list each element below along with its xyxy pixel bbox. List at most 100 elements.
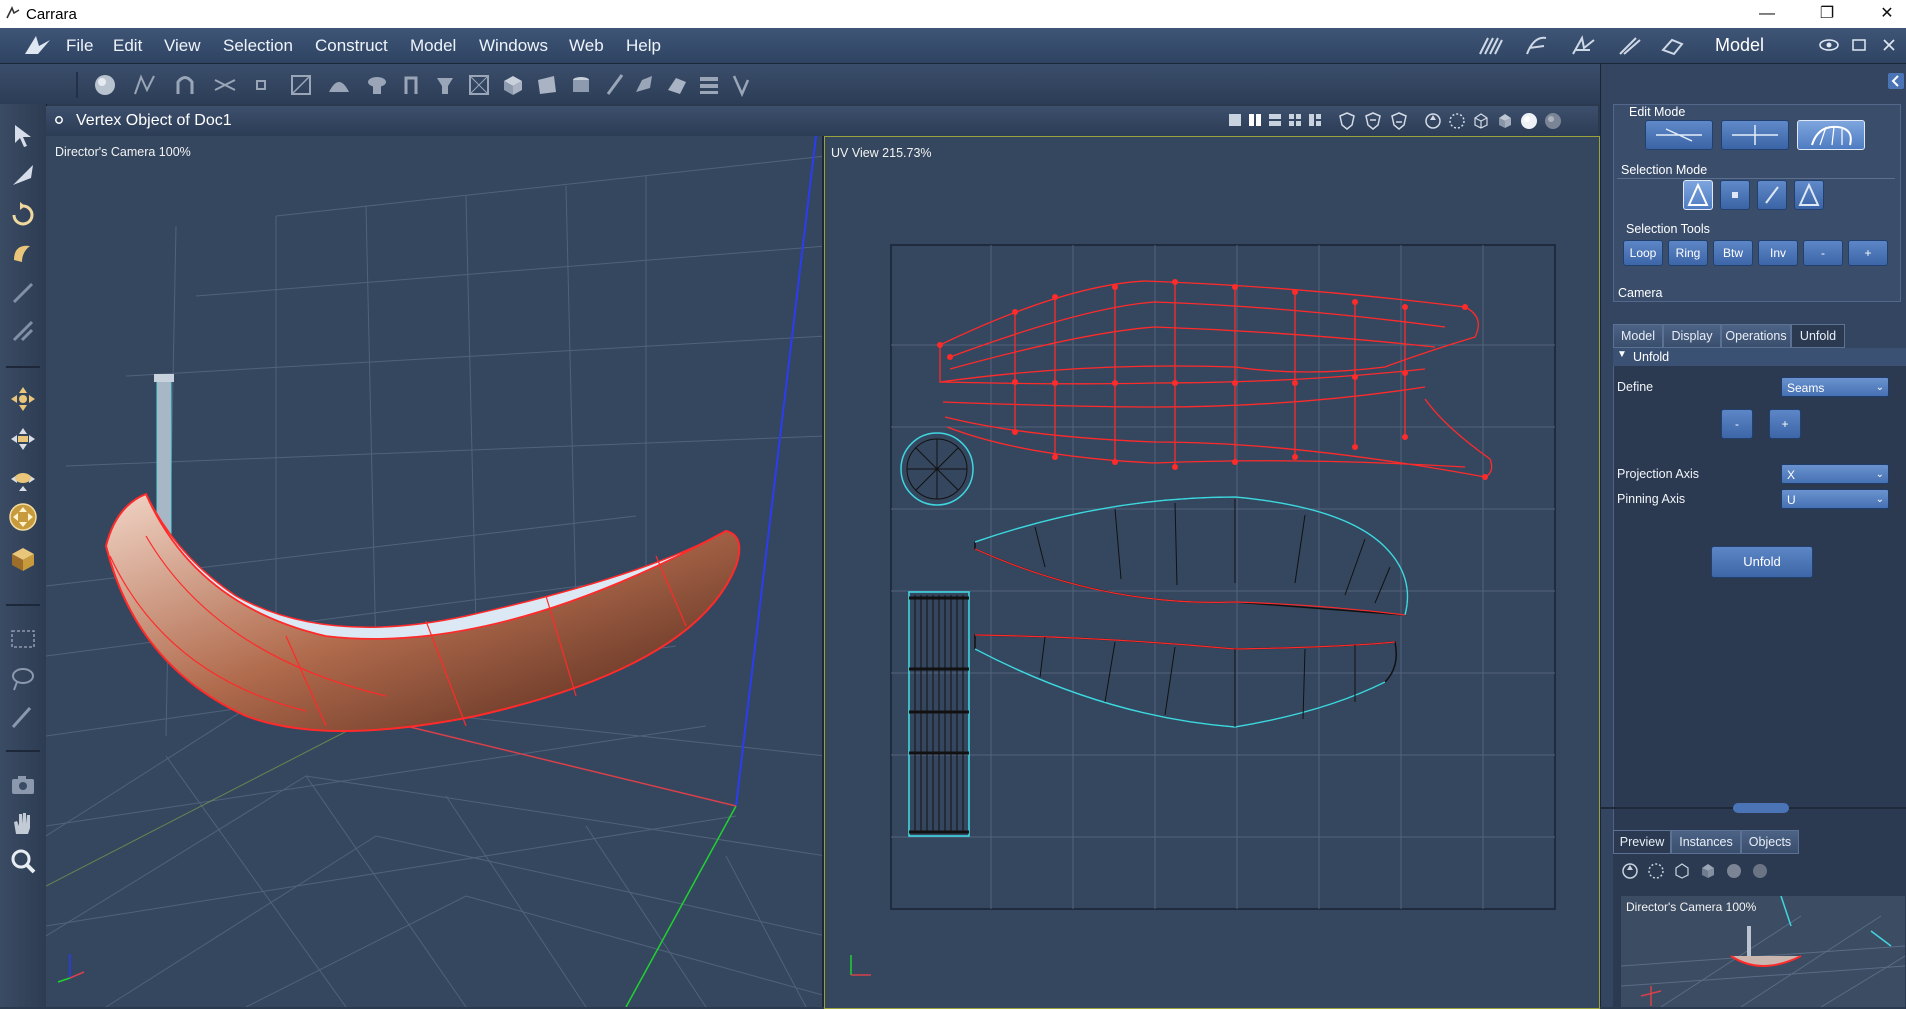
panel-toggle-icon[interactable] [1887, 72, 1905, 90]
minimize-button[interactable]: — [1744, 2, 1790, 26]
assemble-room-icon[interactable] [1478, 34, 1504, 58]
menu-edit[interactable]: Edit [113, 36, 142, 56]
two-horizontal-view-icon[interactable] [1268, 113, 1282, 127]
bounding-box-icon[interactable] [1621, 862, 1639, 880]
projection-axis-dropdown[interactable]: X ⌄ [1781, 464, 1889, 484]
tab-objects[interactable]: Objects [1741, 830, 1799, 854]
vertex-select-button[interactable] [1683, 180, 1713, 210]
textured-icon[interactable] [1544, 112, 1562, 130]
tab-preview[interactable]: Preview [1613, 830, 1671, 854]
scale-icon[interactable] [8, 278, 38, 308]
select-arrow-icon[interactable] [8, 120, 38, 150]
uv-view-viewport[interactable]: UV View 215.73% [824, 136, 1600, 1009]
unfold-section-header[interactable]: ▼ Unfold [1613, 348, 1906, 366]
move-3d-icon[interactable] [8, 160, 38, 190]
wireframe-icon[interactable] [1448, 112, 1466, 130]
magnet-icon[interactable] [172, 72, 198, 98]
menu-view[interactable]: View [164, 36, 201, 56]
edit-mode-uv-button[interactable] [1797, 120, 1865, 150]
rotate-icon[interactable] [8, 200, 38, 230]
view-menu-icon[interactable] [54, 115, 64, 125]
ring-button[interactable]: Ring [1668, 240, 1708, 266]
textured-icon[interactable] [1751, 862, 1769, 880]
shrink-selection-button[interactable]: - [1803, 240, 1843, 266]
four-view-icon[interactable] [1288, 113, 1302, 127]
cylinder-icon[interactable] [568, 72, 594, 98]
maximize-panel-icon[interactable] [1852, 38, 1866, 52]
hand-pan-icon[interactable] [8, 808, 38, 838]
between-button[interactable]: Btw [1713, 240, 1753, 266]
lathe-icon[interactable] [364, 72, 390, 98]
shield-display-2-icon[interactable] [1364, 112, 1382, 130]
symmetry-icon[interactable] [728, 72, 754, 98]
move-plane-icon[interactable] [8, 384, 38, 414]
spline-icon[interactable] [132, 72, 158, 98]
unfold-button[interactable]: Unfold [1711, 546, 1813, 578]
morph-icon[interactable] [696, 72, 722, 98]
bevel-icon[interactable] [432, 72, 458, 98]
edge-select-button[interactable] [1757, 180, 1787, 210]
shield-display-icon[interactable] [1338, 112, 1356, 130]
remove-seam-button[interactable]: - [1721, 409, 1753, 439]
vertex-icon[interactable] [248, 72, 274, 98]
tab-model[interactable]: Model [1613, 324, 1663, 348]
tab-display[interactable]: Display [1663, 324, 1721, 348]
paint-select-icon[interactable] [8, 702, 38, 732]
restore-button[interactable]: ❐ [1804, 2, 1850, 26]
menu-selection[interactable]: Selection [223, 36, 293, 56]
wireframe-icon[interactable] [1647, 862, 1665, 880]
cube-wire-icon[interactable] [1673, 862, 1691, 880]
move-xz-icon[interactable] [8, 424, 38, 454]
move-tool-active-icon[interactable] [8, 502, 38, 532]
close-room-icon[interactable] [1882, 38, 1896, 52]
flat-shaded-icon[interactable] [1699, 862, 1717, 880]
model-room-icon[interactable] [1524, 34, 1550, 58]
lasso-select-icon[interactable] [8, 664, 38, 694]
rectangle-select-icon[interactable] [8, 624, 38, 654]
sphere-icon[interactable] [92, 72, 118, 98]
edit-mode-symmetry-button[interactable] [1721, 120, 1789, 150]
tab-unfold[interactable]: Unfold [1791, 324, 1845, 348]
smooth-icon[interactable] [664, 72, 690, 98]
extrude-icon[interactable] [398, 72, 424, 98]
shield-display-3-icon[interactable] [1390, 112, 1408, 130]
scissors-icon[interactable] [212, 72, 238, 98]
dome-icon[interactable] [326, 72, 352, 98]
single-view-icon[interactable] [1228, 113, 1242, 127]
cone-icon[interactable] [602, 72, 628, 98]
menu-construct[interactable]: Construct [315, 36, 388, 56]
edit-mode-vertex-button[interactable] [1645, 120, 1713, 150]
two-view-icon[interactable] [1248, 113, 1262, 127]
smooth-shaded-icon[interactable] [1520, 112, 1538, 130]
tab-instances[interactable]: Instances [1671, 830, 1741, 854]
tab-operations[interactable]: Operations [1721, 324, 1791, 348]
move-xy-icon[interactable] [8, 464, 38, 494]
zoom-icon[interactable] [8, 846, 38, 876]
grow-selection-button[interactable]: + [1848, 240, 1888, 266]
menu-model[interactable]: Model [410, 36, 456, 56]
box-icon[interactable] [500, 72, 526, 98]
camera-icon[interactable] [8, 770, 38, 800]
storyboard-room-icon[interactable] [1570, 34, 1596, 58]
carrara-logo-icon[interactable] [22, 32, 52, 58]
menu-file[interactable]: File [66, 36, 93, 56]
cube-wire-icon[interactable] [1472, 112, 1490, 130]
pinning-axis-dropdown[interactable]: U ⌄ [1781, 489, 1889, 509]
close-button[interactable]: ✕ [1864, 2, 1906, 26]
point-select-button[interactable] [1720, 180, 1750, 210]
menu-web[interactable]: Web [569, 36, 604, 56]
brush-icon[interactable] [632, 72, 658, 98]
face-select-button[interactable] [1794, 180, 1824, 210]
define-dropdown[interactable]: Seams ⌄ [1781, 377, 1889, 397]
invert-button[interactable]: Inv [1758, 240, 1798, 266]
splitter-handle[interactable] [1733, 803, 1789, 813]
scale-move-icon[interactable] [8, 316, 38, 346]
twist-icon[interactable] [8, 238, 38, 268]
menu-help[interactable]: Help [626, 36, 661, 56]
plane-icon[interactable] [534, 72, 560, 98]
face-icon[interactable] [466, 72, 492, 98]
box-select-icon[interactable] [288, 72, 314, 98]
uv-box-icon[interactable] [8, 544, 38, 574]
menu-windows[interactable]: Windows [479, 36, 548, 56]
render-room-icon[interactable] [1660, 34, 1686, 58]
